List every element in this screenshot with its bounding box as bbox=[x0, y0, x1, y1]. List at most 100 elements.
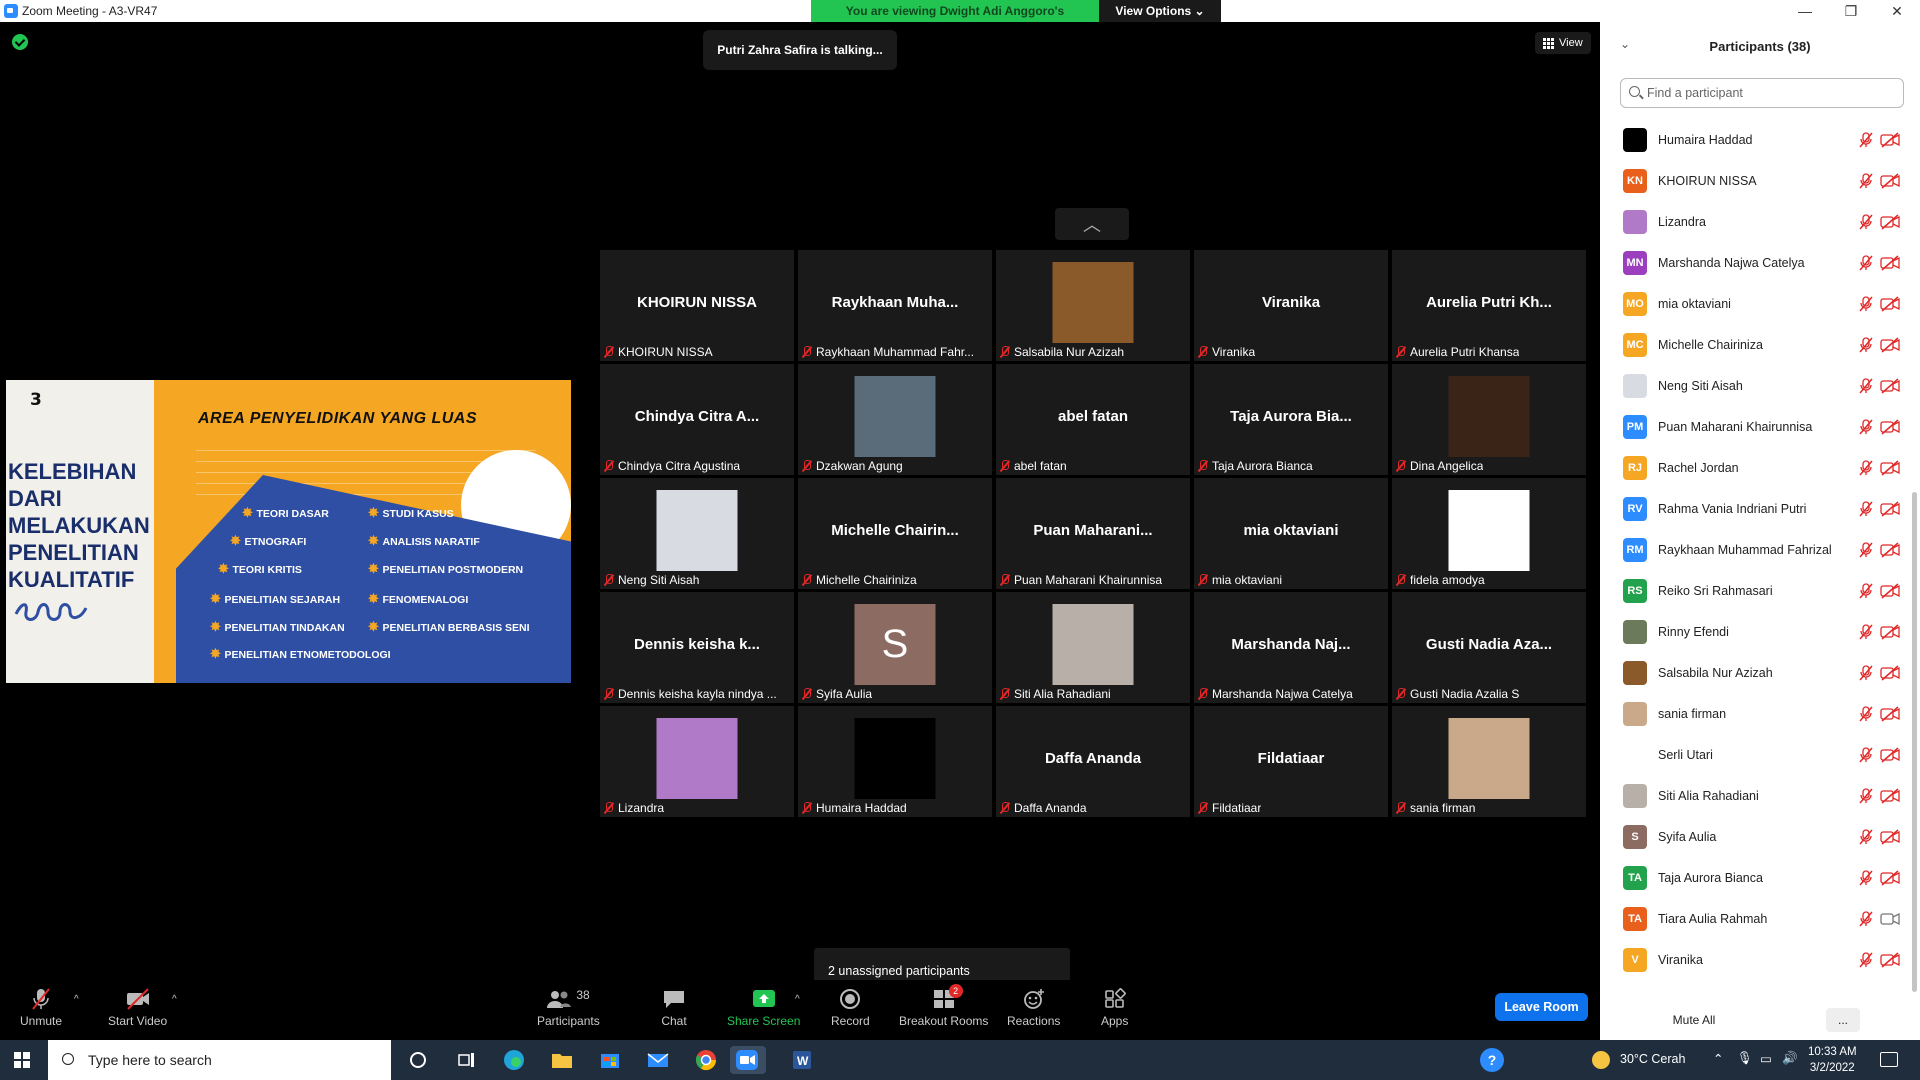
volume-icon[interactable]: 🔊 bbox=[1782, 1051, 1798, 1066]
network-icon[interactable]: ▭ bbox=[1760, 1051, 1772, 1066]
video-tile[interactable]: Aurelia Putri Kh... Aurelia Putri Khansa bbox=[1392, 250, 1586, 361]
taskbar-search-input[interactable]: Type here to search bbox=[48, 1040, 391, 1080]
participant-search-input[interactable]: Find a participant bbox=[1620, 78, 1904, 108]
chrome-icon[interactable] bbox=[692, 1046, 720, 1074]
leave-room-button[interactable]: Leave Room bbox=[1495, 993, 1588, 1021]
mic-muted-icon[interactable] bbox=[1858, 664, 1874, 681]
view-options-button[interactable]: View Options ⌄ bbox=[1099, 0, 1221, 22]
video-off-icon[interactable] bbox=[1880, 623, 1900, 640]
participant-row[interactable]: Neng Siti Aisah bbox=[1600, 365, 1910, 406]
close-button[interactable]: ✕ bbox=[1874, 0, 1920, 22]
video-tile[interactable]: Siti Alia Rahadiani bbox=[996, 592, 1190, 703]
participant-row[interactable]: RM Raykhaan Muhammad Fahrizal bbox=[1600, 529, 1910, 570]
video-tile[interactable]: Viranika Viranika bbox=[1194, 250, 1388, 361]
video-off-icon[interactable] bbox=[1880, 869, 1900, 886]
minimize-button[interactable]: — bbox=[1782, 0, 1828, 22]
mic-muted-icon[interactable] bbox=[1858, 377, 1874, 394]
mic-muted-icon[interactable] bbox=[1858, 869, 1874, 886]
video-tile[interactable]: S Syifa Aulia bbox=[798, 592, 992, 703]
video-tile[interactable]: Neng Siti Aisah bbox=[600, 478, 794, 589]
video-tile[interactable]: Michelle Chairin... Michelle Chairiniza bbox=[798, 478, 992, 589]
video-off-icon[interactable] bbox=[1880, 213, 1900, 230]
share-screen-button[interactable]: Share Screen bbox=[727, 988, 800, 1028]
participant-row[interactable]: Lizandra bbox=[1600, 201, 1910, 242]
mic-muted-icon[interactable] bbox=[1858, 213, 1874, 230]
participant-row[interactable]: TA Taja Aurora Bianca bbox=[1600, 857, 1910, 898]
video-tile[interactable]: Lizandra bbox=[600, 706, 794, 817]
video-off-icon[interactable] bbox=[1880, 418, 1900, 435]
word-icon[interactable]: W bbox=[788, 1046, 816, 1074]
participant-row[interactable]: Humaira Haddad bbox=[1600, 119, 1910, 160]
participant-row[interactable]: PM Puan Maharani Khairunnisa bbox=[1600, 406, 1910, 447]
mute-all-button[interactable]: Mute All bbox=[1656, 1008, 1732, 1032]
participant-row[interactable]: RS Reiko Sri Rahmasari bbox=[1600, 570, 1910, 611]
mic-muted-icon[interactable] bbox=[1858, 828, 1874, 845]
video-off-icon[interactable] bbox=[1880, 541, 1900, 558]
participant-row[interactable]: sania firman bbox=[1600, 693, 1910, 734]
video-off-icon[interactable] bbox=[1880, 746, 1900, 763]
unmute-button[interactable]: Unmute bbox=[20, 988, 62, 1028]
mic-muted-icon[interactable] bbox=[1858, 172, 1874, 189]
store-icon[interactable] bbox=[596, 1046, 624, 1074]
mic-muted-icon[interactable] bbox=[1858, 336, 1874, 353]
cortana-icon[interactable] bbox=[404, 1046, 432, 1074]
video-off-icon[interactable] bbox=[1880, 705, 1900, 722]
participant-row[interactable]: RV Rahma Vania Indriani Putri bbox=[1600, 488, 1910, 529]
mic-muted-icon[interactable] bbox=[1858, 131, 1874, 148]
participant-list[interactable]: Humaira Haddad KN KHOIRUN NISSA Lizandra MN M… bbox=[1600, 112, 1910, 996]
mic-muted-icon[interactable] bbox=[1858, 500, 1874, 517]
video-on-icon[interactable] bbox=[1880, 911, 1900, 927]
task-view-icon[interactable] bbox=[452, 1046, 480, 1074]
video-tile[interactable]: mia oktaviani mia oktaviani bbox=[1194, 478, 1388, 589]
audio-options-caret[interactable]: ^ bbox=[74, 994, 79, 1005]
participant-row[interactable]: TA Tiara Aulia Rahmah bbox=[1600, 898, 1910, 939]
video-tile[interactable]: Marshanda Naj... Marshanda Najwa Catelya bbox=[1194, 592, 1388, 703]
more-options-button[interactable]: ... bbox=[1826, 1008, 1860, 1032]
video-tile[interactable]: Raykhaan Muha... Raykhaan Muhammad Fahr..… bbox=[798, 250, 992, 361]
video-off-icon[interactable] bbox=[1880, 951, 1900, 968]
video-off-icon[interactable] bbox=[1880, 254, 1900, 271]
participant-row[interactable]: MO mia oktaviani bbox=[1600, 283, 1910, 324]
participant-row[interactable]: V Viranika bbox=[1600, 939, 1910, 980]
edge-browser-icon[interactable] bbox=[500, 1046, 528, 1074]
video-off-icon[interactable] bbox=[1880, 828, 1900, 845]
mic-muted-icon[interactable] bbox=[1858, 582, 1874, 599]
video-tile[interactable]: Humaira Haddad bbox=[798, 706, 992, 817]
video-tile[interactable]: Daffa Ananda Daffa Ananda bbox=[996, 706, 1190, 817]
mic-muted-icon[interactable] bbox=[1858, 418, 1874, 435]
video-off-icon[interactable] bbox=[1880, 582, 1900, 599]
chat-button[interactable]: Chat bbox=[661, 988, 687, 1028]
participant-row[interactable]: RJ Rachel Jordan bbox=[1600, 447, 1910, 488]
video-off-icon[interactable] bbox=[1880, 787, 1900, 804]
video-off-icon[interactable] bbox=[1880, 377, 1900, 394]
start-video-button[interactable]: Start Video bbox=[108, 988, 167, 1028]
apps-button[interactable]: Apps bbox=[1101, 988, 1128, 1028]
video-off-icon[interactable] bbox=[1880, 295, 1900, 312]
participant-row[interactable]: MN Marshanda Najwa Catelya bbox=[1600, 242, 1910, 283]
mic-muted-icon[interactable] bbox=[1858, 705, 1874, 722]
video-off-icon[interactable] bbox=[1880, 459, 1900, 476]
mic-muted-icon[interactable] bbox=[1858, 459, 1874, 476]
participant-row[interactable]: S Syifa Aulia bbox=[1600, 816, 1910, 857]
video-off-icon[interactable] bbox=[1880, 664, 1900, 681]
zoom-taskbar-icon[interactable] bbox=[730, 1046, 766, 1074]
video-tile[interactable]: sania firman bbox=[1392, 706, 1586, 817]
mail-icon[interactable] bbox=[644, 1046, 672, 1074]
video-tile[interactable]: Salsabila Nur Azizah bbox=[996, 250, 1190, 361]
video-tile[interactable]: Chindya Citra A... Chindya Citra Agustina bbox=[600, 364, 794, 475]
tray-chevron-icon[interactable]: ⌃ bbox=[1713, 1051, 1723, 1066]
gallery-page-up-button[interactable]: ︿ bbox=[1055, 208, 1129, 240]
video-tile[interactable]: Gusti Nadia Aza... Gusti Nadia Azalia S bbox=[1392, 592, 1586, 703]
participant-row[interactable]: Salsabila Nur Azizah bbox=[1600, 652, 1910, 693]
participants-button[interactable]: 38 Participants bbox=[537, 988, 600, 1028]
video-off-icon[interactable] bbox=[1880, 131, 1900, 148]
video-tile[interactable]: Dina Angelica bbox=[1392, 364, 1586, 475]
mic-muted-icon[interactable] bbox=[1858, 254, 1874, 271]
share-options-caret[interactable]: ^ bbox=[795, 994, 800, 1005]
mic-muted-icon[interactable] bbox=[1858, 787, 1874, 804]
shared-screen[interactable]: 3 AREA PENYELIDIKAN YANG LUAS KELEBIHAN … bbox=[6, 380, 571, 683]
mic-muted-icon[interactable] bbox=[1858, 623, 1874, 640]
video-off-icon[interactable] bbox=[1880, 336, 1900, 353]
video-off-icon[interactable] bbox=[1880, 172, 1900, 189]
video-tile[interactable]: fidela amodya bbox=[1392, 478, 1586, 589]
